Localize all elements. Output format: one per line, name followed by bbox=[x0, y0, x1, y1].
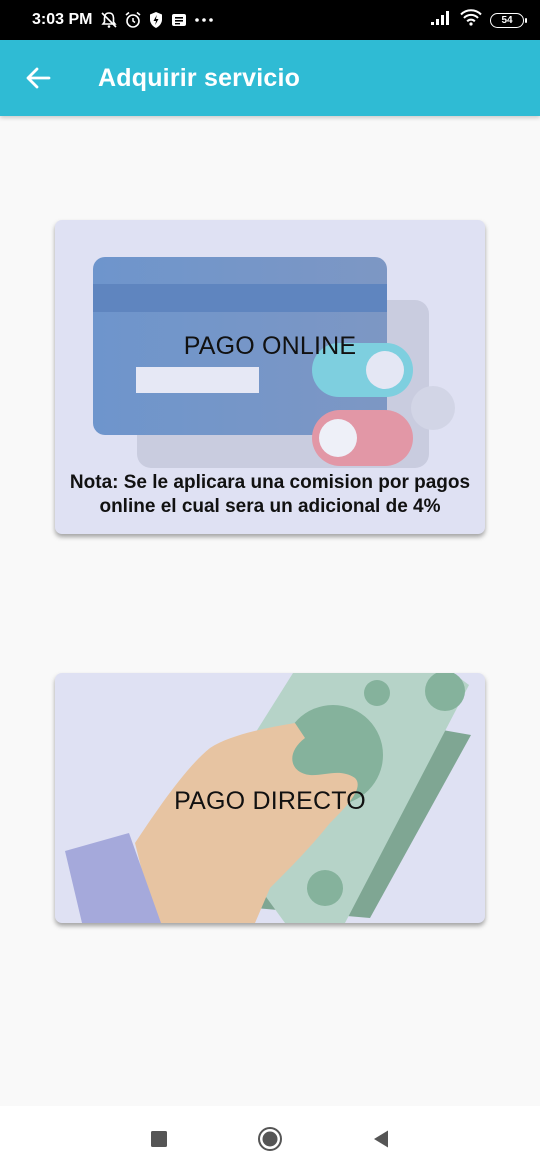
signal-icon bbox=[430, 10, 452, 31]
notification-icon bbox=[170, 11, 188, 29]
wifi-icon bbox=[460, 9, 482, 31]
more-dots-icon bbox=[194, 11, 214, 29]
home-circle-icon bbox=[258, 1127, 282, 1151]
status-right-icons: 54 bbox=[430, 9, 527, 31]
system-nav-bar bbox=[0, 1106, 540, 1170]
alarm-icon bbox=[124, 11, 142, 29]
pago-online-label: PAGO ONLINE bbox=[183, 332, 357, 360]
mute-icon bbox=[100, 11, 118, 29]
status-time: 3:03 PM bbox=[32, 11, 93, 28]
home-button[interactable] bbox=[257, 1126, 283, 1152]
pago-directo-label: PAGO DIRECTO bbox=[174, 787, 366, 815]
recents-square-icon bbox=[151, 1131, 167, 1147]
arrow-left-icon bbox=[26, 67, 51, 89]
back-button[interactable] bbox=[14, 54, 62, 102]
back-triangle-icon bbox=[374, 1130, 388, 1148]
page-title: Adquirir servicio bbox=[98, 63, 301, 92]
app-bar: Adquirir servicio bbox=[0, 40, 540, 116]
back-nav-button[interactable] bbox=[368, 1126, 394, 1152]
shield-icon bbox=[148, 11, 164, 29]
recents-button[interactable] bbox=[146, 1126, 172, 1152]
battery-icon: 54 bbox=[490, 12, 527, 28]
pago-directo-card[interactable]: PAGO DIRECTO bbox=[55, 673, 485, 923]
status-bar: 3:03 PM 54 bbox=[0, 0, 540, 40]
pago-online-card[interactable]: PAGO ONLINE Nota: Se le aplicara una com… bbox=[55, 220, 485, 534]
commission-note: Nota: Se le aplicara una comision por pa… bbox=[69, 472, 471, 517]
status-left-icons bbox=[100, 11, 214, 29]
